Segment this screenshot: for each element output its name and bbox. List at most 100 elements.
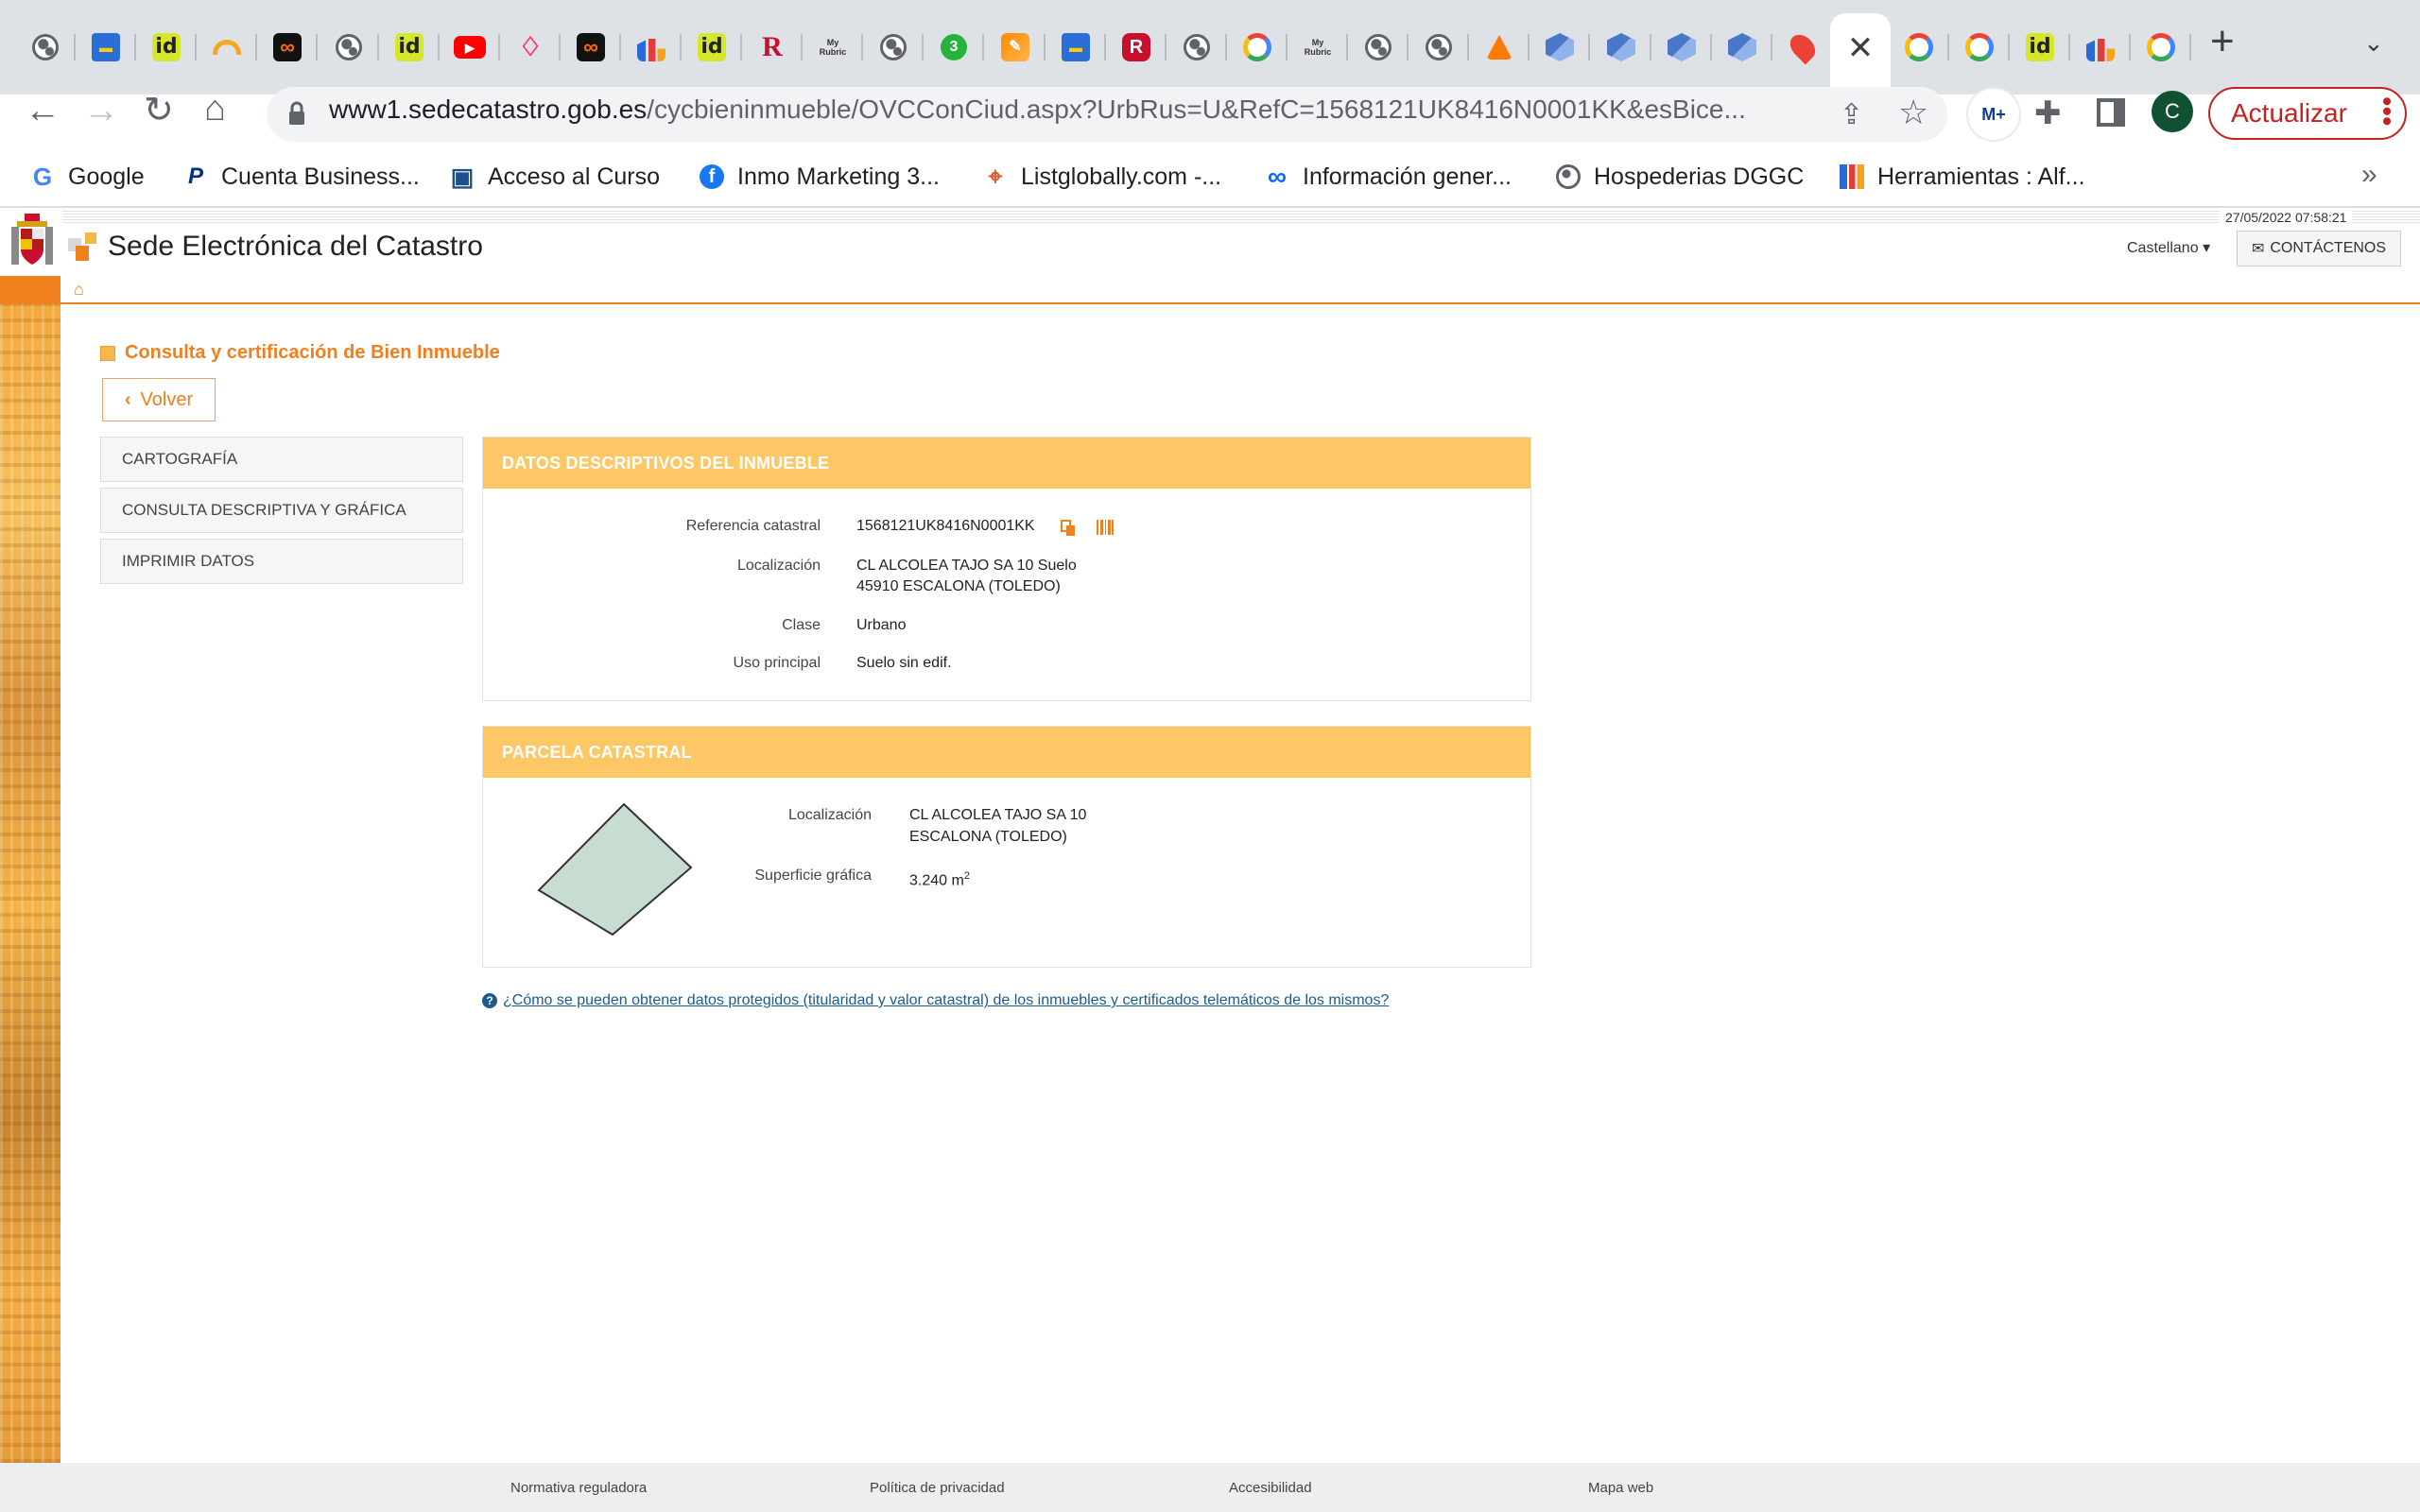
globe-icon: [880, 34, 907, 60]
r-icon: R: [762, 31, 783, 62]
site-title[interactable]: Sede Electrónica del Catastro: [108, 231, 483, 263]
tab-after-3[interactable]: [2078, 25, 2123, 70]
lock-icon[interactable]: [287, 100, 306, 127]
tab-2[interactable]: id: [144, 25, 189, 70]
side-panel-icon[interactable]: [2097, 98, 2125, 127]
tab-0[interactable]: [23, 25, 68, 70]
loc-label: Localización: [736, 558, 821, 574]
tab-separator: [134, 34, 136, 60]
bookmarks-overflow-icon[interactable]: »: [2361, 159, 2377, 191]
footer-link-accesibilidad[interactable]: Accesibilidad: [1229, 1480, 1312, 1496]
tab-21[interactable]: My Rubric: [1295, 25, 1340, 70]
close-tab-icon[interactable]: ✕: [1847, 32, 1875, 64]
back-button[interactable]: ‹ Volver: [102, 378, 216, 421]
tab-29[interactable]: [1780, 25, 1825, 70]
tab-after-0[interactable]: [1896, 25, 1942, 70]
forward-arrow-icon[interactable]: →: [83, 93, 119, 129]
footer-link-privacidad[interactable]: Política de privacidad: [870, 1480, 1005, 1496]
footer-link-mapa-web[interactable]: Mapa web: [1588, 1480, 1653, 1496]
tab-13[interactable]: My Rubric: [810, 25, 856, 70]
language-selector[interactable]: Castellano ▾: [2127, 238, 2210, 257]
breadcrumb-home-icon[interactable]: ⌂: [74, 280, 84, 300]
tab-3[interactable]: [204, 25, 250, 70]
tab-separator: [559, 34, 561, 60]
tab-separator: [438, 34, 440, 60]
back-arrow-icon[interactable]: ←: [25, 93, 60, 129]
bookmark-1[interactable]: P Cuenta Business...: [183, 155, 420, 198]
tab-22[interactable]: [1356, 25, 1401, 70]
copy-icon[interactable]: [1061, 520, 1076, 537]
home-button-icon[interactable]: ⌂: [204, 91, 226, 127]
tab-separator: [1346, 34, 1348, 60]
page-footer: [0, 1463, 2420, 1512]
tab-15[interactable]: 3: [931, 25, 977, 70]
tab-16[interactable]: ✎: [993, 25, 1038, 70]
parcel-loc-line1: CL ALCOLEA TAJO SA 10: [909, 807, 1087, 823]
tab-separator: [1467, 34, 1469, 60]
id-icon: id: [2026, 33, 2054, 61]
tab-17[interactable]: ▬: [1053, 25, 1098, 70]
bookmark-star-icon[interactable]: ☆: [1898, 93, 1928, 132]
bookmark-4[interactable]: ⌖ Listglobally.com -...: [983, 155, 1221, 198]
tab-after-4[interactable]: [2138, 25, 2184, 70]
protected-data-help-link[interactable]: ? ¿Cómo se pueden obtener datos protegido…: [482, 992, 1389, 1009]
movistar-extension-icon[interactable]: M+: [1966, 87, 2021, 142]
language-label: Castellano: [2127, 240, 2199, 256]
bookmark-3[interactable]: f Inmo Marketing 3...: [700, 155, 940, 198]
tab-4[interactable]: ∞: [265, 25, 310, 70]
tab-18[interactable]: R: [1114, 25, 1159, 70]
tab-6[interactable]: id: [387, 25, 432, 70]
google-icon: [1905, 33, 1933, 61]
barcode-icon[interactable]: [1097, 520, 1114, 535]
tab-19[interactable]: [1174, 25, 1219, 70]
bookmark-6[interactable]: Hospederias DGGC: [1556, 155, 1804, 198]
url-text[interactable]: www1.sedecatastro.gob.es/cycbieninmueble…: [329, 94, 1804, 125]
tab-8[interactable]: ♢: [508, 25, 553, 70]
tab-11[interactable]: id: [689, 25, 735, 70]
menu-kebab-icon[interactable]: •••: [2371, 96, 2402, 127]
profile-avatar[interactable]: C: [2152, 91, 2193, 132]
tab-24[interactable]: [1477, 25, 1522, 70]
tab-after-1[interactable]: [1957, 25, 2002, 70]
bookmark-5[interactable]: ∞ Información gener...: [1265, 155, 1512, 198]
tab-7[interactable]: ▶: [447, 25, 493, 70]
tab-separator: [1104, 34, 1106, 60]
new-tab-button[interactable]: +: [2210, 21, 2235, 62]
side-menu-imprimir[interactable]: IMPRIMIR DATOS: [100, 539, 463, 584]
tab-20[interactable]: [1235, 25, 1280, 70]
share-icon[interactable]: ⇪: [1840, 98, 1863, 131]
contact-button[interactable]: ✉ CONTÁCTENOS: [2237, 231, 2401, 266]
tab-26[interactable]: [1599, 25, 1644, 70]
bookmark-0[interactable]: G Google: [30, 155, 145, 198]
bookmark-2[interactable]: ▣ Acceso al Curso: [450, 155, 660, 198]
tab-14[interactable]: [871, 25, 916, 70]
tab-1[interactable]: ▬: [83, 25, 129, 70]
mail-icon: ✉: [2251, 241, 2265, 257]
side-menu-consulta[interactable]: CONSULTA DESCRIPTIVA Y GRÁFICA: [100, 488, 463, 533]
tab-9[interactable]: ∞: [568, 25, 614, 70]
extensions-puzzle-icon[interactable]: ✚: [2034, 94, 2062, 132]
tab-10[interactable]: [629, 25, 674, 70]
tab-separator: [1710, 34, 1712, 60]
facebook-icon: f: [700, 164, 724, 189]
airbnb-icon: ♢: [518, 32, 543, 61]
tab-search-icon[interactable]: ⌄: [2363, 28, 2384, 58]
parcel-panel-header: PARCELA CATASTRAL: [483, 727, 1530, 778]
side-menu-cartografia[interactable]: CARTOGRAFÍA: [100, 437, 463, 482]
page-title-text: Consulta y certificación de Bien Inmuebl…: [125, 342, 500, 363]
bookmark-7[interactable]: Herramientas : Alf...: [1840, 155, 2085, 198]
tab-27[interactable]: [1659, 25, 1704, 70]
reload-icon[interactable]: ↻: [144, 93, 174, 129]
tab-23[interactable]: [1416, 25, 1461, 70]
footer-link-normativa[interactable]: Normativa reguladora: [510, 1480, 647, 1496]
tab-5[interactable]: [326, 25, 372, 70]
tab-28[interactable]: [1720, 25, 1765, 70]
update-button[interactable]: Actualizar •••: [2208, 87, 2407, 140]
globe-icon: [1184, 34, 1210, 60]
tab-12[interactable]: R: [750, 25, 795, 70]
tab-separator: [2129, 34, 2131, 60]
active-tab[interactable]: ✕: [1830, 13, 1891, 94]
parcel-shape[interactable]: [535, 799, 694, 937]
tab-25[interactable]: [1537, 25, 1582, 70]
tab-after-2[interactable]: id: [2017, 25, 2063, 70]
